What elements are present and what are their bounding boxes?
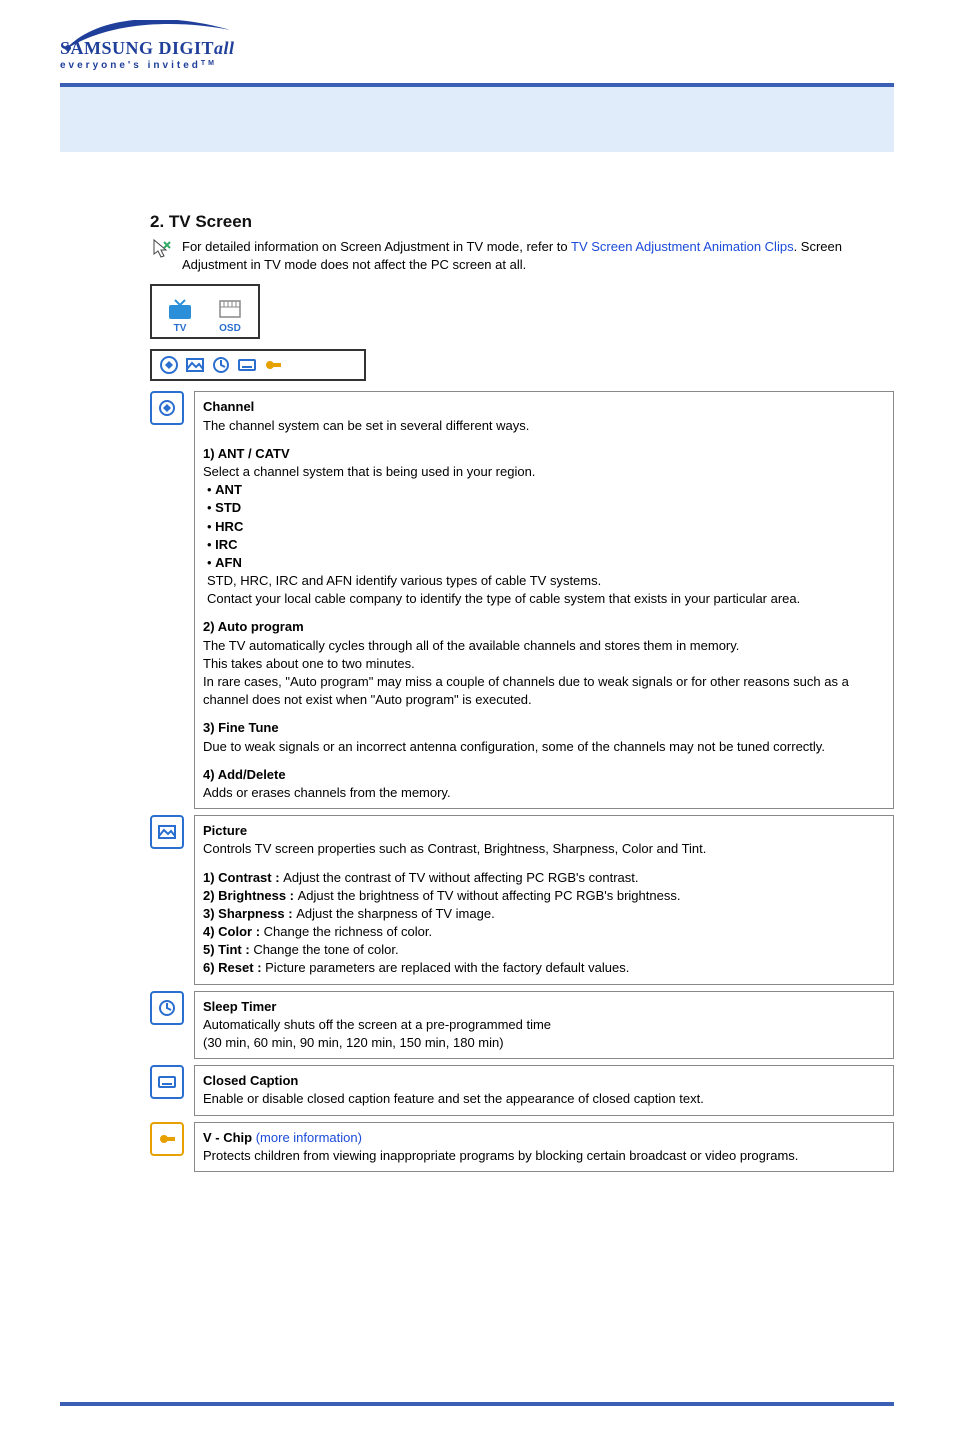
picture-cell: Picture Controls TV screen properties su… xyxy=(194,815,894,985)
vchip-cell: V - Chip (more information) Protects chi… xyxy=(194,1122,894,1172)
picture-row: Picture Controls TV screen properties su… xyxy=(150,815,894,985)
tv-icon xyxy=(167,299,193,321)
tv-label: TV xyxy=(174,323,187,334)
vchip-strip-icon[interactable] xyxy=(262,354,284,376)
intro-text: For detailed information on Screen Adjus… xyxy=(182,238,894,274)
logo-text-main: SAMSUNG DIGIT xyxy=(60,38,214,58)
logo-tagline: everyone's invited xyxy=(60,60,201,71)
logo-tagline-tm: TM xyxy=(201,60,217,67)
brand-logo: SAMSUNG DIGITall everyone's invitedTM xyxy=(0,0,954,83)
cc-cell: Closed Caption Enable or disable closed … xyxy=(194,1065,894,1115)
cc-row: Closed Caption Enable or disable closed … xyxy=(150,1065,894,1115)
vchip-row: V - Chip (more information) Protects chi… xyxy=(150,1122,894,1172)
channel-cell: Channel The channel system can be set in… xyxy=(194,391,894,809)
cc-strip-icon[interactable] xyxy=(236,354,258,376)
sleep-strip-icon[interactable] xyxy=(210,354,232,376)
animation-clips-link[interactable]: TV Screen Adjustment Animation Clips xyxy=(571,239,794,254)
footer-divider xyxy=(60,1402,894,1406)
sleep-timer-icon xyxy=(150,991,184,1025)
sleep-row: Sleep Timer Automatically shuts off the … xyxy=(150,991,894,1060)
channel-strip-icon[interactable] xyxy=(158,354,180,376)
sleep-cell: Sleep Timer Automatically shuts off the … xyxy=(194,991,894,1060)
closed-caption-icon xyxy=(150,1065,184,1099)
picture-icon xyxy=(150,815,184,849)
vchip-icon xyxy=(150,1122,184,1156)
section-title: 2. TV Screen xyxy=(150,212,894,232)
logo-text-italic: all xyxy=(214,38,235,58)
icon-strip xyxy=(150,349,366,381)
osd-label: OSD xyxy=(219,323,241,334)
vchip-more-info-link[interactable]: (more information) xyxy=(252,1130,362,1145)
pointer-cursor-icon xyxy=(150,238,172,260)
picture-strip-icon[interactable] xyxy=(184,354,206,376)
osd-icon xyxy=(217,299,243,321)
tv-osd-box: TV OSD xyxy=(150,284,260,339)
header-band xyxy=(60,87,894,152)
channel-icon xyxy=(150,391,184,425)
channel-row: Channel The channel system can be set in… xyxy=(150,391,894,809)
